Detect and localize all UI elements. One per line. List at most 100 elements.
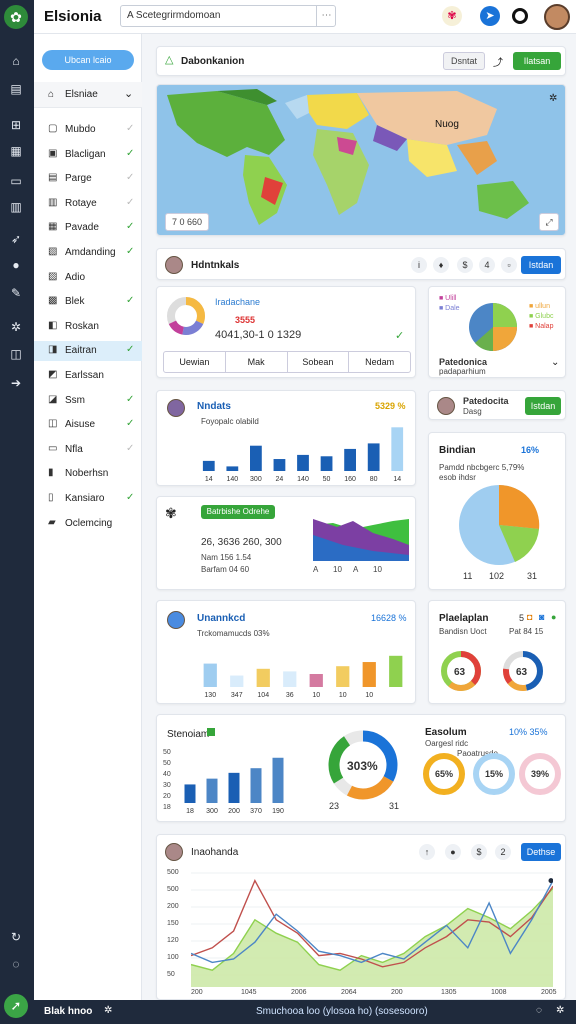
bar-label: 14 — [205, 476, 213, 483]
pen-icon[interactable]: ✎ — [7, 284, 25, 302]
sidebar-item[interactable]: ▨ Adio — [34, 268, 142, 288]
stats-badge[interactable]: Batrbishe Odrehe — [201, 505, 275, 519]
pie-subtitle-2: esob ihdsr — [439, 473, 476, 482]
sidebar-item[interactable]: ◫ Aisuse ✓ — [34, 415, 142, 435]
export-icon[interactable]: ➔ — [7, 374, 25, 392]
settings-icon[interactable]: ✲ — [556, 1005, 564, 1016]
zoom-control[interactable]: 7 0 660 — [165, 213, 209, 231]
sidebar-item[interactable]: ▧ Amdanding ✓ — [34, 243, 142, 263]
bar — [367, 443, 380, 471]
inbox-icon[interactable]: ▤ — [7, 80, 25, 98]
chevron-down-icon[interactable]: ⌄ — [551, 357, 559, 368]
check-icon: ✓ — [126, 344, 135, 356]
profile-button[interactable]: Istdan — [525, 397, 561, 415]
home-icon[interactable]: ⌂ — [7, 52, 25, 70]
table-icon[interactable]: ▦ — [7, 142, 25, 160]
gauge-2-value: 63 — [516, 667, 528, 678]
bars3-tick: 50 — [163, 760, 171, 767]
sidebar: Ubcan lcaio ⌂ Elsniae ⌄ ▢ Mubdo ✓ ▣ Blacliga… — [34, 34, 142, 1000]
sidebar-item[interactable]: ▮ Noberhsn — [34, 464, 142, 484]
sidebar-item[interactable]: ◨ Eaitran ✓ — [34, 341, 142, 362]
overview-button[interactable]: Istdan — [521, 256, 561, 274]
check-icon: ✓ — [126, 393, 135, 405]
app-logo-icon[interactable]: ✾ — [442, 6, 462, 26]
refresh-icon[interactable]: ↻ — [7, 928, 25, 946]
trend-button[interactable]: Dethse — [521, 843, 561, 861]
sidebar-section[interactable]: ⌂ Elsniae ⌄ — [34, 82, 142, 108]
bar-label: 200 — [228, 808, 240, 815]
grid-icon[interactable]: ⊞ — [7, 116, 25, 134]
top-bar: Elsionia A Scetegrirmdomoan ⋯ ✾ ➤ — [34, 0, 576, 34]
sidebar-item[interactable]: ▤ Parge ✓ — [34, 169, 142, 189]
summary-tab[interactable]: Nedam — [349, 352, 410, 372]
sidebar-item[interactable]: ▥ Rotaye ✓ — [34, 194, 142, 214]
trend-avatar — [165, 843, 183, 861]
help-icon[interactable]: ◌ — [536, 1005, 542, 1016]
more-icon[interactable]: ⋯ — [316, 5, 336, 27]
logo-icon[interactable]: ✿ — [4, 5, 28, 29]
avatar[interactable] — [544, 4, 570, 30]
sidebar-item[interactable]: ▣ Blacligan ✓ — [34, 145, 142, 165]
gauge-card: Plaelaplan 5 ◘ ◙ ● Bandisn Uoct Pat 84 1… — [428, 600, 566, 704]
bar2-avatar — [167, 611, 185, 629]
pin-icon[interactable]: ● — [445, 844, 461, 860]
left-rail: ✿ ⌂ ▤ ⊞ ▦ ▭ ▥ ➶ ● ✎ ✲ ◫ ➔ ↻ ◌ ➚ — [0, 0, 34, 1024]
chart-icon[interactable]: 2 — [495, 844, 511, 860]
trend-x-tick: 1305 — [441, 989, 457, 996]
chart-icon[interactable]: ▫ — [501, 257, 517, 273]
bar — [320, 456, 333, 471]
info-icon[interactable]: i — [411, 257, 427, 273]
book-icon[interactable]: ▥ — [7, 198, 25, 216]
footer-link[interactable]: Smuchooa loo (ylosoa ho) (sosesooro) — [256, 1006, 428, 1017]
layout-icon[interactable]: ◫ — [7, 345, 25, 363]
sidebar-item-label: Pavade — [65, 222, 99, 234]
settings-icon[interactable]: ✲ — [549, 93, 557, 104]
sidebar-item[interactable]: ◩ Earlssan — [34, 366, 142, 386]
rings-subtitle: Oargesl ridc — [425, 739, 469, 748]
bar-pct: 5329 % — [375, 401, 406, 411]
record-icon[interactable] — [512, 8, 528, 24]
up-icon[interactable]: ↑ — [419, 844, 435, 860]
summary-tab[interactable]: Sobean — [288, 352, 350, 372]
compass-icon[interactable]: ➤ — [480, 6, 500, 26]
bar-label: 300 — [250, 476, 262, 483]
summary-tab[interactable]: Mak — [226, 352, 288, 372]
sidebar-item-label: Amdanding — [65, 247, 116, 258]
bar — [228, 772, 240, 803]
sidebar-primary-button[interactable]: Ubcan lcaio — [42, 50, 134, 70]
sidebar-item[interactable]: ▭ Nfla ✓ — [34, 440, 142, 460]
dollar-icon[interactable]: $ — [457, 257, 473, 273]
big-pie — [459, 484, 540, 565]
pin-icon[interactable]: ♦ — [433, 257, 449, 273]
sidebar-item[interactable]: ▩ Blek ✓ — [34, 292, 142, 312]
sidebar-item[interactable]: ▰ Oclemcing — [34, 514, 142, 534]
gauge-pct: 5 — [519, 613, 525, 623]
rocket-icon[interactable]: ➶ — [7, 230, 25, 248]
chevron-down-icon[interactable]: ⌄ — [124, 87, 133, 100]
overview-title: Hdntnkals — [191, 260, 240, 271]
expand-icon[interactable]: ⤢ — [539, 213, 559, 231]
sidebar-item[interactable]: ▢ Mubdo ✓ — [34, 120, 142, 140]
summary-tab[interactable]: Uewian — [164, 352, 226, 372]
gear-icon[interactable]: ✲ — [104, 1005, 112, 1016]
bar-label: 347 — [231, 692, 243, 699]
number-icon[interactable]: 4 — [479, 257, 495, 273]
window-icon[interactable]: ▭ — [7, 172, 25, 190]
dataset-button[interactable]: Dsntat — [443, 52, 485, 70]
settings-icon[interactable]: ✲ — [7, 318, 25, 336]
dollar-icon[interactable]: $ — [471, 844, 487, 860]
globe-icon[interactable]: ● — [7, 256, 25, 274]
sidebar-item-icon: ◨ — [48, 344, 58, 356]
world-map[interactable]: Nuog 7 0 660 ⤢ ✲ — [156, 84, 566, 236]
sidebar-item-label: Roskan — [65, 320, 99, 332]
sidebar-item[interactable]: ▯ Kansiaro ✓ — [34, 489, 142, 509]
install-button[interactable]: Ilatsan — [513, 52, 561, 70]
sidebar-item-label: Kansiaro — [65, 493, 105, 504]
help-icon[interactable]: ◌ — [7, 955, 25, 973]
sidebar-item[interactable]: ◪ Ssm ✓ — [34, 391, 142, 411]
user-badge-icon[interactable]: ➚ — [4, 994, 28, 1018]
sidebar-item[interactable]: ◧ Roskan — [34, 317, 142, 337]
search-input[interactable]: A Scetegrirmdomoan — [120, 5, 336, 27]
upload-icon[interactable]: ⤴ — [493, 54, 503, 69]
sidebar-item[interactable]: ▦ Pavade ✓ — [34, 218, 142, 238]
